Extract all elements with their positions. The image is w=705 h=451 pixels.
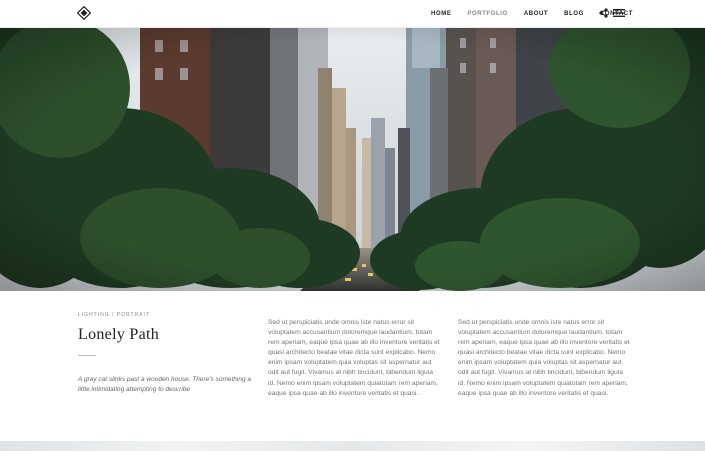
nav-about[interactable]: ABOUT <box>524 11 548 17</box>
post-title: Lonely Path <box>78 326 160 343</box>
next-section-preview <box>0 441 705 451</box>
hero-image <box>0 28 705 291</box>
post-description: A gray cat slinks past a wooden house. T… <box>78 376 251 393</box>
nav-home[interactable]: HOME <box>431 11 451 17</box>
share-icon[interactable] <box>599 8 608 18</box>
post-category[interactable]: LIGHTING / PORTRAIT <box>78 312 150 318</box>
diamond-logo-icon[interactable] <box>77 6 91 20</box>
city-street-illustration <box>0 28 705 291</box>
site-header: HOME PORTFOLIO ABOUT BLOG CONTACT <box>0 0 705 28</box>
nav-portfolio[interactable]: PORTFOLIO <box>467 11 507 17</box>
title-divider <box>78 355 96 356</box>
post-section: LIGHTING / PORTRAIT Lonely Path A gray c… <box>0 291 705 441</box>
nav-blog[interactable]: BLOG <box>564 11 584 17</box>
body-column-1: Sed ut perspiciatis unde omnis iste natu… <box>268 319 440 397</box>
body-column-2: Sed ut perspiciatis unde omnis iste natu… <box>458 319 630 397</box>
hamburger-menu-icon[interactable] <box>613 9 625 17</box>
